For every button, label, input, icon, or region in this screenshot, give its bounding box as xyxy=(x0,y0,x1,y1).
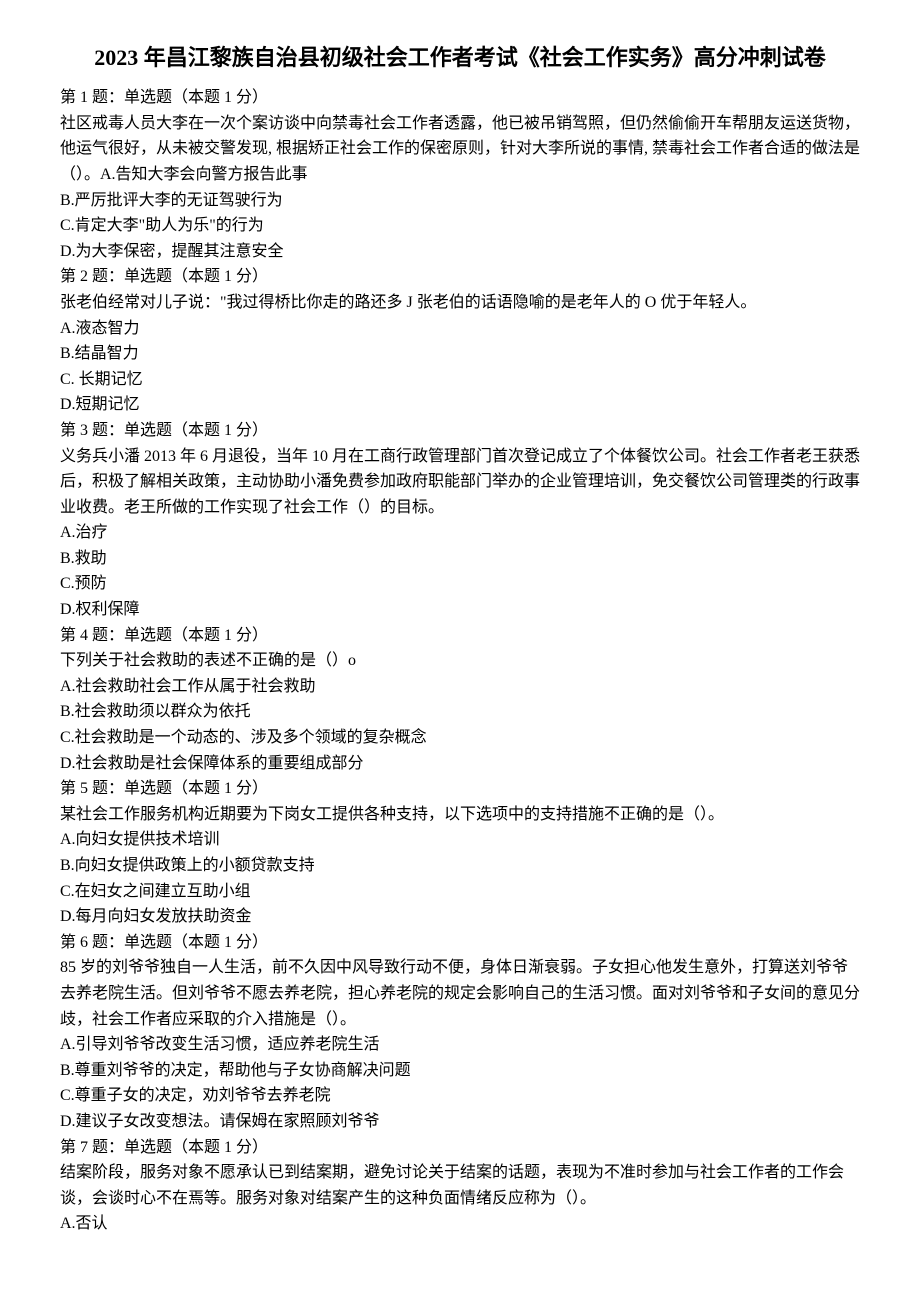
question-header: 第 5 题：单选题（本题 1 分） xyxy=(60,776,860,802)
question-option: B.向妇女提供政策上的小额贷款支持 xyxy=(60,853,860,879)
question-option: C.在妇女之间建立互助小组 xyxy=(60,879,860,905)
question-text: 结案阶段，服务对象不愿承认已到结案期，避免讨论关于结案的话题，表现为不准时参加与… xyxy=(60,1160,860,1211)
question-option: A.向妇女提供技术培训 xyxy=(60,827,860,853)
question-option: C.肯定大李"助人为乐"的行为 xyxy=(60,213,860,239)
question-text: 社区戒毒人员大李在一次个案访谈中向禁毒社会工作者透露，他已被吊销驾照，但仍然偷偷… xyxy=(60,111,860,188)
question-option: A.治疗 xyxy=(60,520,860,546)
question-option: B.救助 xyxy=(60,546,860,572)
question-text: 85 岁的刘爷爷独自一人生活，前不久因中风导致行动不便，身体日渐衰弱。子女担心他… xyxy=(60,955,860,1032)
question-text: 某社会工作服务机构近期要为下岗女工提供各种支持，以下选项中的支持措施不正确的是（… xyxy=(60,802,860,828)
question-option: A.社会救助社会工作从属于社会救助 xyxy=(60,674,860,700)
question-option: B.结晶智力 xyxy=(60,341,860,367)
question-header: 第 4 题：单选题（本题 1 分） xyxy=(60,623,860,649)
question-header: 第 3 题：单选题（本题 1 分） xyxy=(60,418,860,444)
question-option: D.为大李保密，提醒其注意安全 xyxy=(60,239,860,265)
question-option: C.尊重子女的决定，劝刘爷爷去养老院 xyxy=(60,1083,860,1109)
question-text: 下列关于社会救助的表述不正确的是（）o xyxy=(60,648,860,674)
question-option: B.尊重刘爷爷的决定，帮助他与子女协商解决问题 xyxy=(60,1058,860,1084)
question-option: D.短期记忆 xyxy=(60,392,860,418)
question-option: D.建议子女改变想法。请保姆在家照顾刘爷爷 xyxy=(60,1109,860,1135)
question-header: 第 6 题：单选题（本题 1 分） xyxy=(60,930,860,956)
question-option: D.权利保障 xyxy=(60,597,860,623)
question-header: 第 1 题：单选题（本题 1 分） xyxy=(60,85,860,111)
page-title: 2023 年昌江黎族自治县初级社会工作者考试《社会工作实务》高分冲刺试卷 xyxy=(60,40,860,75)
question-header: 第 2 题：单选题（本题 1 分） xyxy=(60,264,860,290)
question-option: D.社会救助是社会保障体系的重要组成部分 xyxy=(60,751,860,777)
question-option: B.严厉批评大李的无证驾驶行为 xyxy=(60,188,860,214)
question-option: A.引导刘爷爷改变生活习惯，适应养老院生活 xyxy=(60,1032,860,1058)
question-option: A.否认 xyxy=(60,1211,860,1237)
question-option: D.每月向妇女发放扶助资金 xyxy=(60,904,860,930)
question-option: C. 长期记忆 xyxy=(60,367,860,393)
question-option: B.社会救助须以群众为依托 xyxy=(60,699,860,725)
question-option: C.社会救助是一个动态的、涉及多个领域的复杂概念 xyxy=(60,725,860,751)
question-option: C.预防 xyxy=(60,571,860,597)
question-header: 第 7 题：单选题（本题 1 分） xyxy=(60,1135,860,1161)
questions-container: 第 1 题：单选题（本题 1 分）社区戒毒人员大李在一次个案访谈中向禁毒社会工作… xyxy=(60,85,860,1237)
question-text: 张老伯经常对儿子说："我过得桥比你走的路还多 J 张老伯的话语隐喻的是老年人的 … xyxy=(60,290,860,316)
question-text: 义务兵小潘 2013 年 6 月退役，当年 10 月在工商行政管理部门首次登记成… xyxy=(60,444,860,521)
question-option: A.液态智力 xyxy=(60,316,860,342)
